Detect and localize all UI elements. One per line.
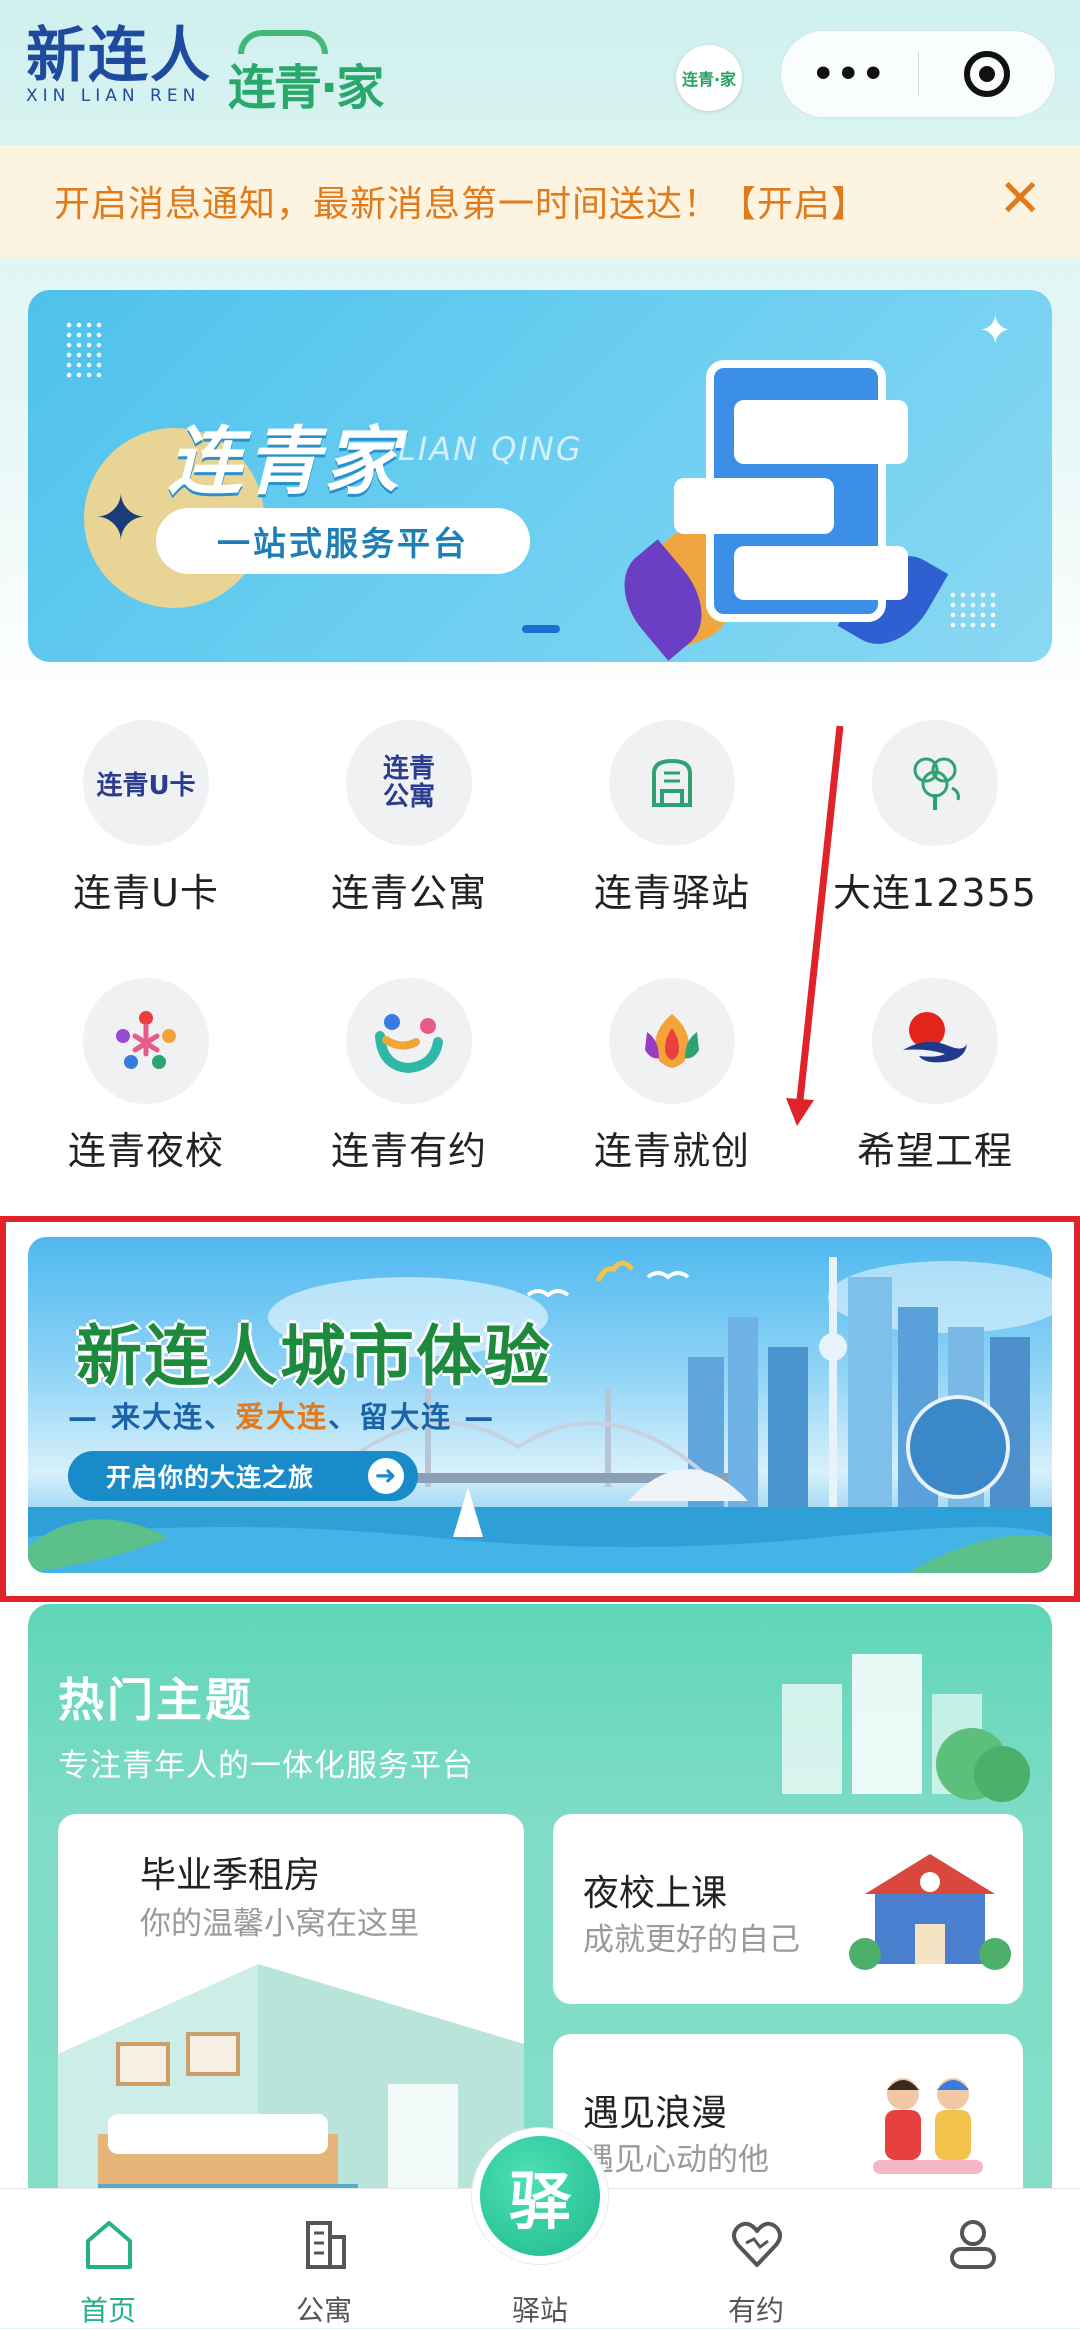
tab-dating[interactable]: 有约: [648, 2189, 864, 2329]
card-subtitle: 你的温馨小窝在这里: [140, 1906, 419, 1942]
notification-text[interactable]: 开启消息通知，最新消息第一时间送达！【开启】: [54, 175, 868, 227]
grid-item-label: 连青就创: [593, 1129, 750, 1173]
logo-text: 新连人: [26, 21, 212, 91]
close-mini-program-button[interactable]: [919, 51, 1056, 97]
card-title: 毕业季租房: [140, 1855, 321, 1896]
grid-item-apartment[interactable]: 连青公寓 连青公寓: [299, 720, 519, 917]
u-card-logo-text: 连青U卡: [96, 770, 196, 801]
lianqingjia-banner[interactable]: ✦ ✦ 连青家 LIAN QING 一站式服务平台: [28, 290, 1052, 662]
lianqingjia-logo: 连青·家: [228, 30, 384, 118]
grid-item-label: 连青公寓: [330, 871, 487, 915]
entrepreneurship-icon: [609, 978, 735, 1104]
hope-project-icon: [872, 978, 998, 1104]
couple-illustration: [873, 2078, 983, 2174]
close-icon[interactable]: ✕: [998, 173, 1042, 225]
logo-english-text: XIN LIAN REN: [26, 86, 201, 106]
banner-title: 新连人城市体验: [76, 1318, 552, 1395]
mini-program-avatar[interactable]: 连青·家: [676, 45, 742, 111]
grid-item-entrepreneurship[interactable]: 连青就创: [562, 978, 782, 1175]
notification-bar[interactable]: 开启消息通知，最新消息第一时间送达！【开启】 ✕: [0, 145, 1080, 257]
topic-card-night-school[interactable]: 夜校上课 成就更好的自己: [553, 1814, 1023, 2004]
tab-label: 驿站: [511, 2294, 568, 2327]
carousel-indicator: [522, 625, 560, 633]
tab-home[interactable]: 首页: [0, 2189, 216, 2329]
card-title: 遇见浪漫: [583, 2093, 728, 2134]
home-icon: [86, 2221, 132, 2269]
tab-label: 公寓: [295, 2294, 352, 2327]
card-title: 夜校上课: [583, 1873, 728, 1914]
tab-profile[interactable]: [864, 2189, 1080, 2329]
banner-subtitle: 一站式服务平台: [156, 508, 530, 574]
school-building-illustration: [849, 1854, 1011, 1970]
u-card-icon: 连青U卡: [83, 720, 209, 846]
tab-label: 有约: [727, 2294, 784, 2327]
grid-item-night-school[interactable]: 连青夜校: [36, 978, 256, 1175]
chat-card-illustration: [734, 400, 908, 464]
arrow-right-icon: ➜: [368, 1458, 404, 1494]
user-icon: [950, 2220, 996, 2269]
card-subtitle: 成就更好的自己: [583, 1922, 800, 1958]
building-icon: [306, 2221, 346, 2269]
top-bar: 新连人 XIN LIAN REN 连青·家 连青·家 •••: [0, 0, 1080, 145]
tab-apartment[interactable]: 公寓: [216, 2189, 432, 2329]
banner-title-english: LIAN QING: [398, 430, 583, 468]
avatar-text: 连青·家: [681, 70, 737, 89]
grid-item-u-card[interactable]: 连青U卡 连青U卡: [36, 720, 256, 917]
chat-card-illustration: [734, 546, 908, 600]
start-journey-button[interactable]: 开启你的大连之旅 ➜: [68, 1451, 418, 1501]
grid-item-label: 希望工程: [856, 1129, 1013, 1173]
banner-title: 连青家: [168, 419, 402, 505]
more-dots-icon[interactable]: •••: [781, 54, 918, 95]
station-center-button[interactable]: 驿: [472, 2128, 608, 2264]
night-school-icon: [83, 978, 209, 1104]
section-title: 热门主题: [58, 1673, 254, 1727]
dots-decoration: [64, 320, 104, 380]
chat-card-illustration: [674, 478, 834, 534]
buildings-illustration: [782, 1654, 1030, 1802]
slogan-part: 、留大连: [328, 1400, 453, 1434]
sparkle-icon: ✦: [94, 482, 148, 556]
grid-item-label: 连青夜校: [67, 1129, 224, 1173]
dots-decoration: [948, 590, 998, 630]
grid-item-label: 大连12355: [833, 871, 1037, 915]
heart-icon: [732, 2221, 782, 2267]
center-button-label: 驿: [508, 2165, 571, 2238]
phone-illustration: [674, 360, 908, 622]
xinlianren-logo: 新连人 XIN LIAN REN: [26, 24, 212, 106]
banner-slogan: — 来大连、爱大连、留大连 —: [68, 1400, 496, 1434]
lianqingjia-logo-text: 连青·家: [228, 60, 384, 116]
grid-item-hope-project[interactable]: 希望工程: [825, 978, 1045, 1175]
city-experience-banner[interactable]: 新连人城市体验 — 来大连、爱大连、留大连 — 开启你的大连之旅 ➜: [28, 1237, 1052, 1573]
button-label: 开启你的大连之旅: [106, 1463, 315, 1492]
station-icon: [609, 720, 735, 846]
apartment-icon: 连青公寓: [346, 720, 472, 846]
dating-icon: [346, 978, 472, 1104]
grid-item-12355[interactable]: 大连12355: [825, 720, 1045, 917]
mini-program-capsule: •••: [780, 30, 1056, 118]
grid-item-label: 连青有约: [330, 1129, 487, 1173]
tab-label: 首页: [79, 2294, 136, 2327]
tree-icon: [872, 720, 998, 846]
grid-item-label: 连青U卡: [73, 871, 219, 915]
card-subtitle: 遇见心动的他: [583, 2142, 769, 2178]
sparkle-icon: ✦: [978, 308, 1012, 354]
grid-item-station[interactable]: 连青驿站: [562, 720, 782, 917]
grid-item-label: 连青驿站: [593, 871, 750, 915]
grid-item-dating[interactable]: 连青有约: [299, 978, 519, 1175]
section-subtitle: 专注青年人的一体化服务平台: [58, 1748, 474, 1784]
target-icon: [963, 51, 1010, 97]
apartment-logo-text: 连青公寓: [382, 754, 435, 812]
slogan-part: 来大连、: [111, 1400, 236, 1434]
logo-arc-shape: [238, 30, 328, 54]
slogan-highlight: 爱大连: [235, 1400, 329, 1434]
